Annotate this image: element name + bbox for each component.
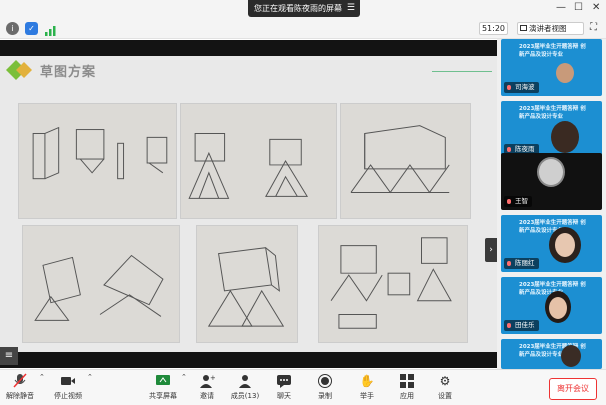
presentation-slide: 草图方案 bbox=[0, 56, 497, 352]
participant-tile[interactable]: 2023届毕业生开题答辩 创新产品及设计专业 陈夜雨 bbox=[501, 101, 602, 158]
shared-screen: 草图方案 › ≡ bbox=[0, 40, 497, 405]
participant-tile[interactable]: 2023届毕业生开题答辩 创新产品及设计专业 陈丽红 bbox=[501, 215, 602, 272]
invite-button[interactable]: + 邀请 bbox=[196, 373, 218, 401]
participant-name-label: 陈丽红 bbox=[504, 258, 539, 269]
avatar bbox=[537, 157, 565, 187]
raise-hand-button[interactable]: ✋ 举手 bbox=[356, 373, 378, 401]
participant-tile[interactable]: 2023届毕业生开题答辩 创新产品及设计专业 司海波 bbox=[501, 39, 602, 96]
menu-lines-icon[interactable]: ≡ bbox=[0, 347, 18, 365]
settings-label: 设置 bbox=[438, 392, 452, 400]
apps-label: 应用 bbox=[400, 392, 414, 400]
participant-face bbox=[555, 233, 575, 257]
screen-share-banner[interactable]: 您正在观看陈夜雨的屏幕 ☰ bbox=[248, 0, 360, 17]
list-icon[interactable]: ☰ bbox=[347, 0, 355, 17]
slide-title: 草图方案 bbox=[40, 65, 97, 80]
gear-icon: ⚙ bbox=[439, 374, 451, 388]
muted-mic-icon bbox=[507, 261, 511, 266]
muted-mic-icon bbox=[507, 85, 511, 90]
chat-button[interactable]: 聊天 bbox=[273, 373, 295, 401]
invite-label: 邀请 bbox=[200, 392, 214, 400]
participant-name-label: 田佳乐 bbox=[504, 320, 539, 331]
chat-label: 聊天 bbox=[277, 392, 291, 400]
participant-gallery: 2023届毕业生开题答辩 创新产品及设计专业 司海波 2023届毕业生开题答辩 … bbox=[497, 39, 606, 369]
participant-tile[interactable]: 2023届毕业生开题答辩 创新产品及设计专业 田佳乐 bbox=[501, 277, 602, 334]
participant-name: 陈夜雨 bbox=[515, 145, 535, 153]
tile-background-text: 2023届毕业生开题答辩 创新产品及设计专业 bbox=[519, 44, 586, 58]
banner-text: 您正在观看陈夜雨的屏幕 bbox=[254, 4, 342, 13]
participant-name: 陈丽红 bbox=[515, 259, 535, 267]
participant-name: 王智 bbox=[515, 197, 528, 205]
signal-icon[interactable] bbox=[44, 22, 57, 36]
hand-icon: ✋ bbox=[359, 374, 375, 388]
meeting-window: 您正在观看陈夜雨的屏幕 ☰ — ☐ ✕ i ✓ 51:20 演讲者视图 ⛶ 草图… bbox=[0, 0, 606, 405]
raise-hand-label: 举手 bbox=[360, 392, 374, 400]
participant-name: 司海波 bbox=[515, 83, 535, 91]
sketch-photo-1 bbox=[18, 103, 177, 219]
sketch-photo-6 bbox=[318, 225, 468, 343]
speaker-view-button[interactable]: 演讲者视图 bbox=[517, 22, 584, 35]
chevron-up-icon[interactable]: ⌃ bbox=[39, 373, 45, 381]
apps-button[interactable]: 应用 bbox=[396, 373, 418, 401]
participant-name: 田佳乐 bbox=[515, 321, 535, 329]
participant-tile[interactable]: 2023届毕业生开题答辩 创新产品及设计专业 bbox=[501, 339, 602, 369]
close-icon[interactable]: ✕ bbox=[592, 2, 600, 13]
record-icon bbox=[314, 373, 336, 389]
participant-face bbox=[549, 297, 567, 319]
participant-video bbox=[561, 345, 581, 367]
share-screen-icon bbox=[146, 373, 180, 389]
fullscreen-icon[interactable]: ⛶ bbox=[590, 22, 602, 35]
svg-text:+: + bbox=[210, 374, 215, 382]
sketch-photo-4 bbox=[22, 225, 180, 343]
title-divider bbox=[432, 71, 492, 72]
logo-icon bbox=[6, 60, 36, 80]
sketch-photo-3 bbox=[340, 103, 471, 219]
muted-mic-icon bbox=[507, 199, 511, 204]
maximize-icon[interactable]: ☐ bbox=[574, 2, 583, 13]
participant-name-label: 王智 bbox=[504, 196, 532, 207]
chat-icon bbox=[273, 373, 295, 389]
muted-mic-icon bbox=[507, 147, 511, 152]
members-button[interactable]: 成员(13) bbox=[229, 373, 261, 401]
grid-icon bbox=[520, 25, 527, 31]
record-button[interactable]: 录制 bbox=[314, 373, 336, 401]
title-bar: 您正在观看陈夜雨的屏幕 ☰ — ☐ ✕ bbox=[0, 0, 606, 19]
chevron-up-icon[interactable]: ⌃ bbox=[87, 373, 93, 381]
info-icon[interactable]: i bbox=[6, 22, 19, 35]
share-screen-label: 共享屏幕 bbox=[149, 392, 177, 400]
chevron-up-icon[interactable]: ⌃ bbox=[181, 373, 187, 381]
unmute-label: 解除静音 bbox=[6, 392, 34, 400]
speaker-view-label: 演讲者视图 bbox=[529, 24, 567, 33]
stop-video-label: 停止视频 bbox=[54, 392, 82, 400]
participant-name-label: 司海波 bbox=[504, 82, 539, 93]
users-icon bbox=[229, 373, 261, 389]
sketch-photo-5 bbox=[196, 225, 298, 343]
share-screen-button[interactable]: 共享屏幕 bbox=[146, 373, 180, 401]
minimize-icon[interactable]: — bbox=[556, 2, 566, 13]
meeting-timer: 51:20 bbox=[479, 22, 508, 35]
participant-tile[interactable]: 王智 bbox=[501, 153, 602, 210]
muted-mic-icon bbox=[507, 323, 511, 328]
settings-button[interactable]: ⚙ 设置 bbox=[434, 373, 456, 401]
apps-grid-icon bbox=[396, 373, 418, 389]
participant-video bbox=[551, 121, 579, 153]
participant-video bbox=[556, 63, 574, 83]
tile-background-text: 2023届毕业生开题答辩 创新产品及设计专业 bbox=[519, 106, 586, 120]
chevron-right-icon[interactable]: › bbox=[485, 238, 497, 262]
unmute-button[interactable]: 解除静音 bbox=[4, 373, 36, 401]
add-user-icon: + bbox=[196, 373, 218, 389]
sketch-photo-2 bbox=[180, 103, 337, 219]
record-label: 录制 bbox=[318, 392, 332, 400]
muted-mic-icon bbox=[4, 373, 36, 389]
video-camera-icon bbox=[52, 373, 84, 389]
members-label: 成员(13) bbox=[230, 392, 260, 400]
stop-video-button[interactable]: 停止视频 bbox=[52, 373, 84, 401]
meeting-toolbar: 解除静音 ⌃ 停止视频 ⌃ 共享屏幕 ⌃ + 邀请 成员(13) 聊天 录制 ✋… bbox=[0, 369, 606, 405]
leave-meeting-button[interactable]: 离开会议 bbox=[549, 378, 597, 400]
shield-icon[interactable]: ✓ bbox=[25, 22, 38, 35]
meeting-status-bar: i ✓ 51:20 演讲者视图 ⛶ bbox=[0, 19, 606, 39]
